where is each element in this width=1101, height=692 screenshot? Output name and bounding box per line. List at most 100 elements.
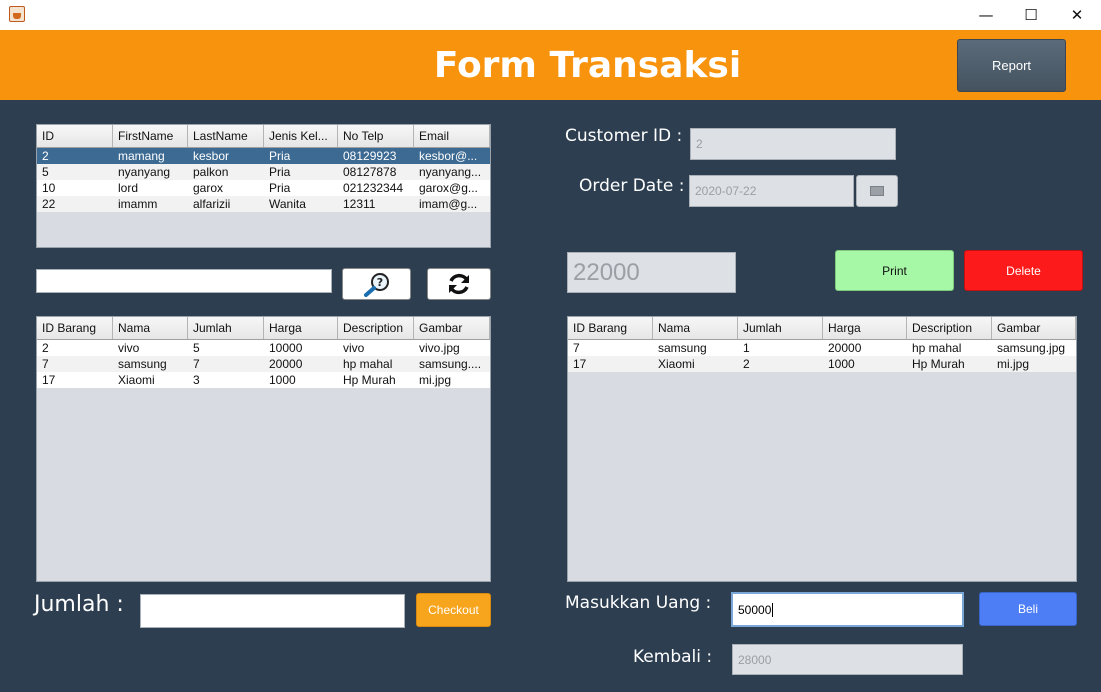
table-cell: 7 xyxy=(42,357,49,371)
text-caret xyxy=(772,602,774,617)
column-header[interactable]: ID Barang xyxy=(37,317,113,339)
customer-id-field[interactable]: 2 xyxy=(690,128,896,160)
table-cell: Xiaomi xyxy=(658,357,695,371)
table-cell: nyanyang xyxy=(118,165,171,179)
order-date-field[interactable]: 2020-07-22 xyxy=(689,175,854,207)
kembali-label: Kembali : xyxy=(633,647,713,667)
calendar-button[interactable] xyxy=(856,175,898,207)
column-header[interactable]: Email xyxy=(414,125,490,147)
beli-button[interactable]: Beli xyxy=(979,592,1077,626)
table-cell: kesbor@... xyxy=(419,149,478,163)
column-header[interactable]: Nama xyxy=(653,317,738,339)
change-field[interactable]: 28000 xyxy=(732,644,963,675)
table-cell: 1000 xyxy=(269,373,296,387)
table-cell: 08129923 xyxy=(343,149,397,163)
column-header[interactable]: Jumlah xyxy=(738,317,823,339)
table-cell: 1 xyxy=(743,341,750,355)
table-cell: Hp Murah xyxy=(343,373,396,387)
table-cell: nyanyang... xyxy=(419,165,482,179)
table-cell: mi.jpg xyxy=(419,373,452,387)
table-cell: vivo xyxy=(343,341,365,355)
table-row[interactable]: 17 Xiaomi 3 1000 Hp Murah mi.jpg xyxy=(37,372,490,388)
table-header: ID FirstName LastName Jenis Kel... No Telp Em… xyxy=(37,125,490,148)
checkout-button[interactable]: Checkout xyxy=(416,593,491,627)
table-row[interactable]: 17 Xiaomi 2 1000 Hp Murah mi.jpg xyxy=(568,356,1076,372)
cart-table[interactable]: ID Barang Nama Jumlah Harga Description Gamba… xyxy=(567,316,1077,582)
calendar-icon xyxy=(870,186,884,196)
jumlah-input[interactable] xyxy=(140,594,405,628)
window-titlebar xyxy=(0,0,1101,30)
delete-button[interactable]: Delete xyxy=(964,250,1083,291)
table-row[interactable]: 7 samsung 1 20000 hp mahal samsung.jpg xyxy=(568,340,1076,356)
column-header[interactable]: FirstName xyxy=(113,125,188,147)
column-header[interactable]: Harga xyxy=(264,317,338,339)
table-cell: mamang xyxy=(118,149,165,163)
search-button[interactable]: ? xyxy=(342,268,411,300)
column-header[interactable]: ID Barang xyxy=(568,317,653,339)
table-body[interactable]: 2 mamang kesbor Pria 08129923 kesbor@... 5 nyan… xyxy=(37,148,490,212)
table-cell: hp mahal xyxy=(343,357,393,371)
table-cell: 2 xyxy=(42,341,49,355)
table-cell: Pria xyxy=(269,181,291,195)
maximize-button[interactable]: ☐ xyxy=(1008,0,1054,30)
table-row[interactable]: 22 imamm alfarizii Wanita 12311 imam@g... xyxy=(37,196,490,212)
table-cell: 20000 xyxy=(269,357,303,371)
table-cell: samsung.jpg xyxy=(997,341,1066,355)
table-cell: mi.jpg xyxy=(997,357,1030,371)
table-cell: 7 xyxy=(193,357,200,371)
column-header[interactable]: Description xyxy=(338,317,414,339)
table-row[interactable]: 10 lord garox Pria 021232344 garox@g... xyxy=(37,180,490,196)
payment-input[interactable]: 50000 xyxy=(731,592,964,627)
java-cup-icon xyxy=(9,6,25,22)
column-header[interactable]: No Telp xyxy=(338,125,414,147)
column-header[interactable]: Gambar xyxy=(992,317,1076,339)
column-header[interactable]: LastName xyxy=(188,125,264,147)
table-cell: palkon xyxy=(193,165,229,179)
column-header[interactable]: Harga xyxy=(823,317,907,339)
table-cell: garox@g... xyxy=(419,181,478,195)
table-cell: 17 xyxy=(42,373,56,387)
column-header[interactable]: Nama xyxy=(113,317,188,339)
table-cell: 17 xyxy=(573,357,587,371)
masukkan-uang-label: Masukkan Uang : xyxy=(565,593,712,613)
table-cell: samsung xyxy=(118,357,167,371)
refresh-button[interactable] xyxy=(427,268,491,300)
print-button[interactable]: Print xyxy=(835,250,954,291)
table-cell: Hp Murah xyxy=(912,357,965,371)
search-input[interactable] xyxy=(36,269,332,293)
column-header[interactable]: ID xyxy=(37,125,113,147)
table-header: ID Barang Nama Jumlah Harga Description Gamba… xyxy=(37,317,490,340)
table-cell: 021232344 xyxy=(343,181,404,195)
table-cell: kesbor xyxy=(193,149,230,163)
report-button[interactable]: Report xyxy=(957,39,1066,92)
table-cell: 12311 xyxy=(343,197,376,211)
table-cell: Pria xyxy=(269,165,291,179)
customers-table[interactable]: ID FirstName LastName Jenis Kel... No Telp Em… xyxy=(36,124,491,248)
customer-id-label: Customer ID : xyxy=(565,126,683,146)
column-header[interactable]: Jumlah xyxy=(188,317,264,339)
table-cell: Pria xyxy=(269,149,291,163)
table-cell: samsung.... xyxy=(419,357,482,371)
table-body[interactable]: 7 samsung 1 20000 hp mahal samsung.jpg 17 Xiaom… xyxy=(568,340,1076,372)
products-table[interactable]: ID Barang Nama Jumlah Harga Description Gamba… xyxy=(36,316,491,582)
table-row[interactable]: 7 samsung 7 20000 hp mahal samsung.... xyxy=(37,356,490,372)
minimize-button[interactable]: — xyxy=(963,0,1009,30)
table-cell: 1000 xyxy=(828,357,855,371)
table-row[interactable]: 2 mamang kesbor Pria 08129923 kesbor@... xyxy=(37,148,490,164)
svg-text:?: ? xyxy=(376,276,382,289)
total-field[interactable]: 22000 xyxy=(567,252,736,293)
table-cell: 2 xyxy=(743,357,750,371)
column-header[interactable]: Jenis Kel... xyxy=(264,125,338,147)
column-header[interactable]: Gambar xyxy=(414,317,490,339)
table-row[interactable]: 2 vivo 5 10000 vivo vivo.jpg xyxy=(37,340,490,356)
table-body[interactable]: 2 vivo 5 10000 vivo vivo.jpg 7 samsung 7 20000 hp … xyxy=(37,340,490,388)
order-date-label: Order Date : xyxy=(579,176,685,196)
refresh-icon xyxy=(449,273,469,295)
page-title: Form Transaksi xyxy=(433,44,742,86)
column-header[interactable]: Description xyxy=(907,317,992,339)
close-button[interactable]: ✕ xyxy=(1054,0,1100,30)
table-row[interactable]: 5 nyanyang palkon Pria 08127878 nyanyang... xyxy=(37,164,490,180)
table-cell: imam@g... xyxy=(419,197,478,211)
table-cell: 22 xyxy=(42,197,56,211)
table-cell: hp mahal xyxy=(912,341,962,355)
